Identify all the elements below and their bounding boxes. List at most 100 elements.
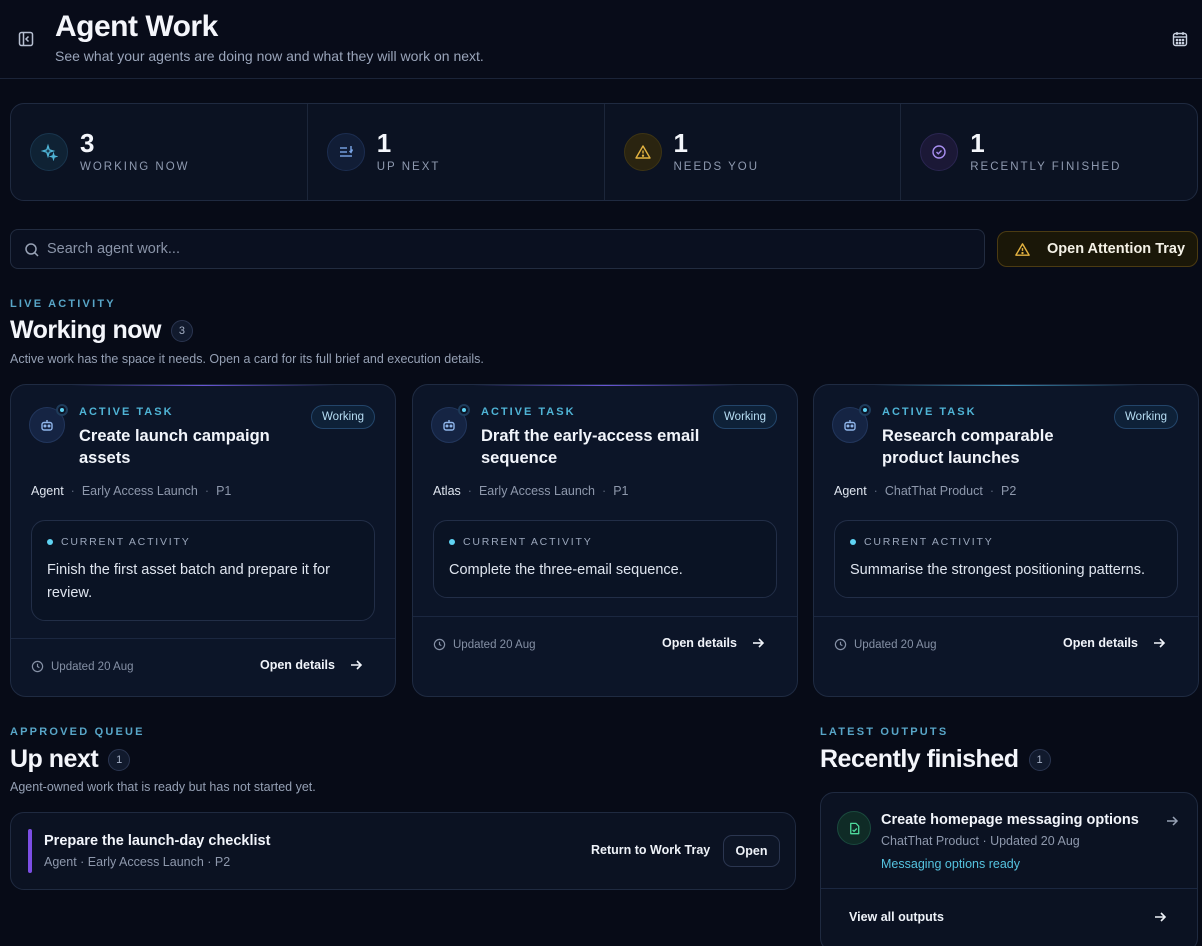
live-indicator <box>56 404 68 416</box>
arrow-right-icon[interactable] <box>1153 910 1167 924</box>
stat-recently-finished[interactable]: 1 RECENTLY FINISHED <box>901 104 1197 200</box>
calendar-icon[interactable] <box>1171 30 1189 48</box>
stat-working-now[interactable]: 3 WORKING NOW <box>11 104 308 200</box>
task-project: Early Access Launch <box>81 484 198 498</box>
status-badge: Working <box>713 405 777 429</box>
stat-value: 1 <box>970 128 985 158</box>
stat-label: RECENTLY FINISHED <box>970 161 1122 173</box>
sidebar-collapse-icon[interactable] <box>17 30 35 48</box>
count-badge: 1 <box>1028 748 1051 771</box>
stat-value: 3 <box>80 128 95 158</box>
task-agent: Atlas <box>433 484 461 498</box>
task-title: Draft the early-access email sequence <box>481 427 700 467</box>
robot-icon <box>832 404 871 443</box>
output-title[interactable]: Create homepage messaging options <box>881 812 1139 828</box>
stat-up-next[interactable]: 1 UP NEXT <box>308 104 605 200</box>
task-eyebrow: ACTIVE TASK <box>481 406 576 418</box>
section-description: Agent-owned work that is ready but has n… <box>10 780 316 794</box>
current-activity: CURRENT ACTIVITY Complete the three-emai… <box>433 520 777 598</box>
section-title-text: Working now <box>10 316 161 344</box>
queue-item[interactable]: Prepare the launch-day checklist Agent ·… <box>10 812 796 890</box>
warning-icon <box>1014 241 1031 258</box>
current-activity: CURRENT ACTIVITY Summarise the strongest… <box>834 520 1178 598</box>
task-priority: P1 <box>216 484 232 498</box>
activity-label: CURRENT ACTIVITY <box>864 536 994 548</box>
activity-text: Summarise the strongest positioning patt… <box>850 562 1145 578</box>
stat-label: WORKING NOW <box>80 161 190 173</box>
task-meta: Agent · Early Access Launch · P1 <box>31 484 232 498</box>
task-card[interactable]: ACTIVE TASK Draft the early-access email… <box>412 384 798 697</box>
clock-icon <box>31 660 44 673</box>
output-footer: View all outputs <box>821 888 1197 946</box>
page-subtitle: See what your agents are doing now and w… <box>55 48 484 64</box>
status-badge: Working <box>1114 405 1178 429</box>
arrow-right-icon <box>1152 636 1166 650</box>
task-eyebrow: ACTIVE TASK <box>882 406 977 418</box>
task-agent: Agent <box>31 484 64 498</box>
activity-label: CURRENT ACTIVITY <box>61 536 191 548</box>
arrow-right-icon[interactable] <box>1165 814 1179 828</box>
task-card[interactable]: ACTIVE TASK Research comparable product … <box>813 384 1199 697</box>
return-to-work-tray-button[interactable]: Return to Work Tray <box>591 843 710 857</box>
search-icon <box>24 242 40 258</box>
task-meta: Agent · ChatThat Product · P2 <box>834 484 1017 498</box>
page-title: Agent Work <box>55 10 218 43</box>
queue-item-title: Prepare the launch-day checklist <box>44 833 271 849</box>
page-header: Agent Work See what your agents are doin… <box>0 0 1202 79</box>
live-indicator <box>859 404 871 416</box>
queue-item-meta: Agent · Early Access Launch · P2 <box>44 855 231 869</box>
button-label: Open Attention Tray <box>1047 241 1186 257</box>
stats-bar: 3 WORKING NOW 1 UP NEXT 1 NEEDS YOU 1 RE… <box>10 103 1198 201</box>
task-project: Early Access Launch <box>478 484 596 498</box>
current-activity: CURRENT ACTIVITY Finish the first asset … <box>31 520 375 621</box>
open-details-button[interactable]: Open details <box>1063 636 1166 650</box>
output-meta: ChatThat Product · Updated 20 Aug <box>881 834 1080 848</box>
updated-timestamp: Updated 20 Aug <box>31 660 134 673</box>
updated-timestamp: Updated 20 Aug <box>834 638 937 651</box>
task-title: Create launch campaign assets <box>79 427 270 467</box>
task-meta: Atlas · Early Access Launch · P1 <box>433 484 629 498</box>
section-title-recently-finished: Recently finished 1 <box>820 745 1051 774</box>
task-project: ChatThat Product <box>884 484 983 498</box>
task-eyebrow: ACTIVE TASK <box>79 406 174 418</box>
warning-icon <box>623 133 662 171</box>
sparkle-icon <box>30 133 68 171</box>
search-input[interactable] <box>47 230 967 268</box>
open-details-button[interactable]: Open details <box>260 658 363 672</box>
stat-label: NEEDS YOU <box>673 161 760 173</box>
output-status: Messaging options ready <box>881 857 1020 871</box>
arrow-right-icon <box>751 636 765 650</box>
priority-accent-bar <box>28 829 32 873</box>
open-button[interactable]: Open <box>723 835 780 867</box>
section-eyebrow: LIVE ACTIVITY <box>10 298 116 310</box>
card-footer: Updated 20 Aug Open details <box>814 616 1198 696</box>
check-circle-icon <box>920 133 959 171</box>
card-footer: Updated 20 Aug Open details <box>11 638 395 696</box>
output-card: Create homepage messaging options ChatTh… <box>820 792 1198 946</box>
task-title: Research comparable product launches <box>882 427 1054 467</box>
robot-icon <box>29 404 68 443</box>
view-all-outputs-link[interactable]: View all outputs <box>849 910 944 924</box>
search-bar <box>10 229 985 269</box>
section-title-up-next: Up next 1 <box>10 745 131 774</box>
task-priority: P2 <box>1000 484 1017 498</box>
live-indicator <box>458 404 470 416</box>
list-icon <box>326 133 365 171</box>
task-priority: P1 <box>613 484 629 498</box>
open-attention-tray-button[interactable]: Open Attention Tray <box>997 231 1198 267</box>
stat-value: 1 <box>376 128 392 158</box>
section-description: Active work has the space it needs. Open… <box>10 352 484 366</box>
section-eyebrow: LATEST OUTPUTS <box>820 726 949 738</box>
clock-icon <box>834 638 847 651</box>
updated-timestamp: Updated 20 Aug <box>433 638 536 651</box>
count-badge: 3 <box>170 319 193 342</box>
activity-text: Complete the three-email sequence. <box>449 562 683 578</box>
section-title-working-now: Working now 3 <box>10 316 193 345</box>
status-badge: Working <box>311 405 375 429</box>
open-details-button[interactable]: Open details <box>662 636 765 650</box>
stat-label: UP NEXT <box>376 161 441 173</box>
activity-label: CURRENT ACTIVITY <box>463 536 593 548</box>
task-card[interactable]: ACTIVE TASK Create launch campaign asset… <box>10 384 396 697</box>
task-agent: Agent <box>834 484 867 498</box>
stat-needs-you[interactable]: 1 NEEDS YOU <box>605 104 902 200</box>
